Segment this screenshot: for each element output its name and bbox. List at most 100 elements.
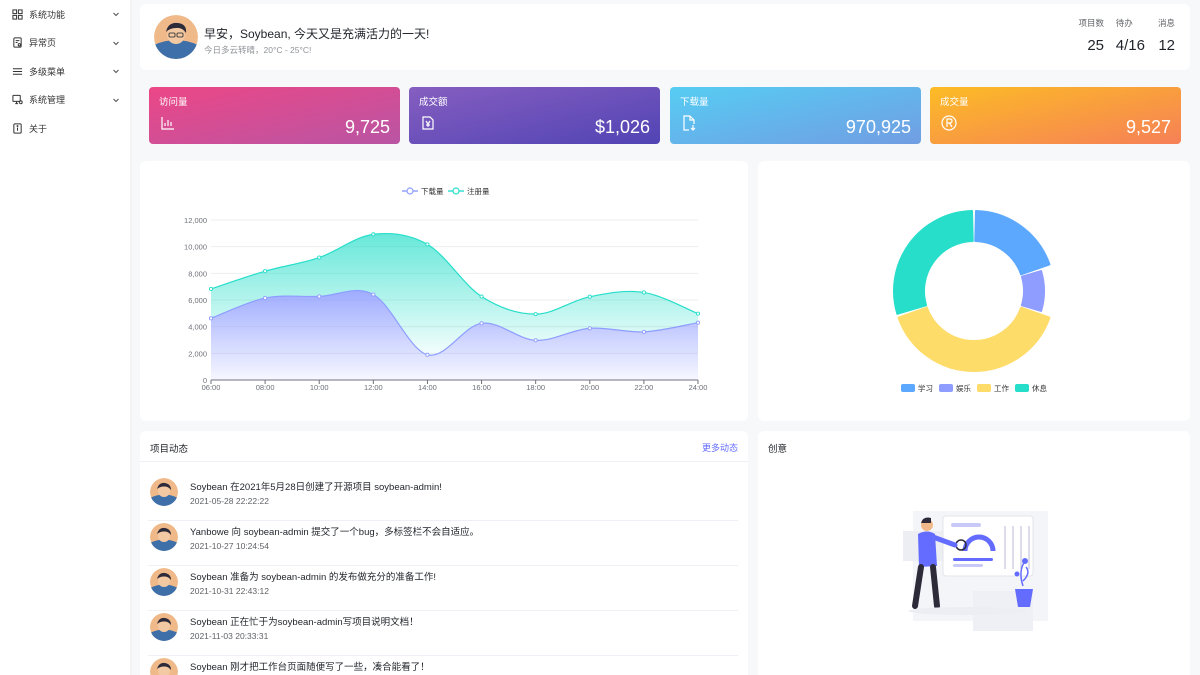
pie-slice xyxy=(897,306,1051,372)
metric-card-visits: 访问量 9,725 xyxy=(149,87,400,144)
x-tick-label: 18:00 xyxy=(526,383,545,392)
greeting-text: 早安，Soybean, 今天又是充满活力的一天! xyxy=(204,27,430,41)
line-chart: 02,0004,0006,0008,00010,00012,00006:00 08… xyxy=(184,186,707,392)
avatar xyxy=(150,478,178,506)
data-point-registrations xyxy=(317,255,322,260)
list-item: Soybean 准备为 soybean-admin 的发布做充分的准备工作! 20… xyxy=(148,566,738,611)
data-point-downloads xyxy=(695,320,701,325)
monitor-settings-icon xyxy=(12,94,23,105)
x-tick-label: 08:00 xyxy=(256,383,275,392)
activity-title: 项目动态 xyxy=(150,444,189,455)
metric-title: 成交量 xyxy=(940,97,969,108)
creative-card: 创意 xyxy=(758,431,1190,675)
sidebar-item-4[interactable]: 系统管理 xyxy=(0,86,130,115)
data-point-downloads xyxy=(263,296,268,301)
legend-swatch xyxy=(977,384,991,392)
legend-item: 娱乐 xyxy=(939,383,971,393)
metric-value: 970,925 xyxy=(845,117,911,137)
legend-label: 学习 xyxy=(918,383,933,393)
pie-slice xyxy=(974,210,1051,276)
legend-swatch xyxy=(901,384,915,392)
stat-label: 项目数 xyxy=(1078,18,1104,28)
legend-marker xyxy=(406,187,414,195)
avatar xyxy=(150,523,178,551)
activity-text: Soybean 刚才把工作台页面随便写了一些，凑合能看了！ xyxy=(190,662,430,673)
pie-chart-card: 学习 娱乐 工作 休息 xyxy=(758,161,1190,421)
activity-text: Soybean 准备为 soybean-admin 的发布做充分的准备工作! xyxy=(190,572,437,583)
legend-item: 休息 xyxy=(1015,383,1048,393)
sidebar-item-label: 多级菜单 xyxy=(29,66,66,77)
stat-messages: 消息 12 xyxy=(1158,17,1175,54)
legend-label: 下载量 xyxy=(421,186,444,196)
grid-icon xyxy=(12,9,23,20)
chevron-down-icon xyxy=(112,39,120,47)
money-icon xyxy=(420,115,436,131)
data-point-registrations xyxy=(263,269,268,274)
data-point-downloads xyxy=(533,338,538,343)
chevron-down-icon xyxy=(112,10,120,18)
stat-todo: 待办 4/16 xyxy=(1116,17,1145,54)
data-point-downloads xyxy=(479,321,484,326)
more-activity-link[interactable]: 更多动态 xyxy=(702,441,738,454)
legend-label: 注册量 xyxy=(467,186,490,196)
metric-title: 成交额 xyxy=(419,97,448,108)
x-tick-label: 20:00 xyxy=(580,383,599,392)
activity-card: 项目动态 更多动态 Soybean 在2021年5月28日创建了开源项目 soy… xyxy=(140,431,748,675)
legend-marker xyxy=(452,187,460,195)
legend-label: 工作 xyxy=(994,383,1009,393)
activity-text: Soybean 在2021年5月28日创建了开源项目 soybean-admin… xyxy=(190,482,442,493)
sidebar-item-5[interactable]: 关于 xyxy=(0,114,130,143)
weather-text: 今日多云转晴，20°C - 25°C! xyxy=(204,45,312,55)
about-icon xyxy=(12,123,23,134)
sidebar-item-label: 关于 xyxy=(29,123,48,134)
list-item: Soybean 刚才把工作台页面随便写了一些，凑合能看了！ xyxy=(148,656,738,675)
avatar xyxy=(150,658,178,675)
data-point-registrations xyxy=(479,294,484,299)
activity-time: 2021-05-28 22:22:22 xyxy=(190,496,269,506)
y-tick-label: 4,000 xyxy=(188,323,207,332)
y-tick-label: 12,000 xyxy=(184,216,207,225)
activity-text: Soybean 正在忙于为soybean-admin写项目说明文档！ xyxy=(190,617,419,628)
sidebar-item-2[interactable]: 异常页 xyxy=(0,29,130,58)
stat-value: 25 xyxy=(1087,37,1104,54)
metric-value: 9,527 xyxy=(1125,117,1171,137)
legend-item: 下载量 xyxy=(402,186,444,196)
avatar xyxy=(150,613,178,641)
data-point-downloads xyxy=(371,292,376,297)
legend-swatch xyxy=(939,384,953,392)
x-tick-label: 12:00 xyxy=(364,383,383,392)
data-point-downloads xyxy=(641,329,646,334)
data-point-registrations xyxy=(587,294,592,299)
sidebar: 系统功能异常页多级菜单系统管理关于 xyxy=(0,0,130,675)
data-point-registrations xyxy=(208,286,214,291)
chevron-down-icon xyxy=(112,67,120,75)
bar-chart-icon xyxy=(160,115,176,131)
stat-projects: 项目数 25 xyxy=(1078,17,1104,54)
pie-slice xyxy=(1020,270,1045,312)
list-item: Soybean 在2021年5月28日创建了开源项目 soybean-admin… xyxy=(148,476,738,521)
list-item: Yanbowe 向 soybean-admin 提交了一个bug，多标签栏不会自… xyxy=(148,521,738,566)
sidebar-item-1[interactable]: 系统功能 xyxy=(0,0,130,29)
metric-title: 访问量 xyxy=(159,97,188,108)
metric-card-deals: 成交量 9,527 xyxy=(930,87,1181,144)
header-card: 早安，Soybean, 今天又是充满活力的一天! 今日多云转晴，20°C - 2… xyxy=(140,4,1190,70)
chevron-down-icon xyxy=(112,96,120,104)
sidebar-menu: 系统功能异常页多级菜单系统管理关于 xyxy=(0,0,130,143)
y-tick-label: 10,000 xyxy=(184,243,207,252)
metric-title: 下载量 xyxy=(680,97,709,108)
sidebar-item-3[interactable]: 多级菜单 xyxy=(0,57,130,86)
metric-value: $1,026 xyxy=(594,117,650,137)
pie-slice xyxy=(893,210,974,315)
sidebar-item-label: 异常页 xyxy=(29,38,57,49)
data-point-registrations xyxy=(425,242,430,247)
metric-value: 9,725 xyxy=(344,117,390,137)
y-tick-label: 6,000 xyxy=(188,296,207,305)
x-tick-label: 14:00 xyxy=(418,383,437,392)
data-point-downloads xyxy=(587,326,592,331)
x-tick-label: 22:00 xyxy=(634,383,653,392)
list-item: Soybean 正在忙于为soybean-admin写项目说明文档！ 2021-1… xyxy=(148,611,738,656)
metric-card-turnover: 成交额 $1,026 xyxy=(409,87,660,144)
avatar xyxy=(150,568,178,596)
sidebar-item-label: 系统功能 xyxy=(29,9,66,20)
y-tick-label: 8,000 xyxy=(188,269,207,278)
